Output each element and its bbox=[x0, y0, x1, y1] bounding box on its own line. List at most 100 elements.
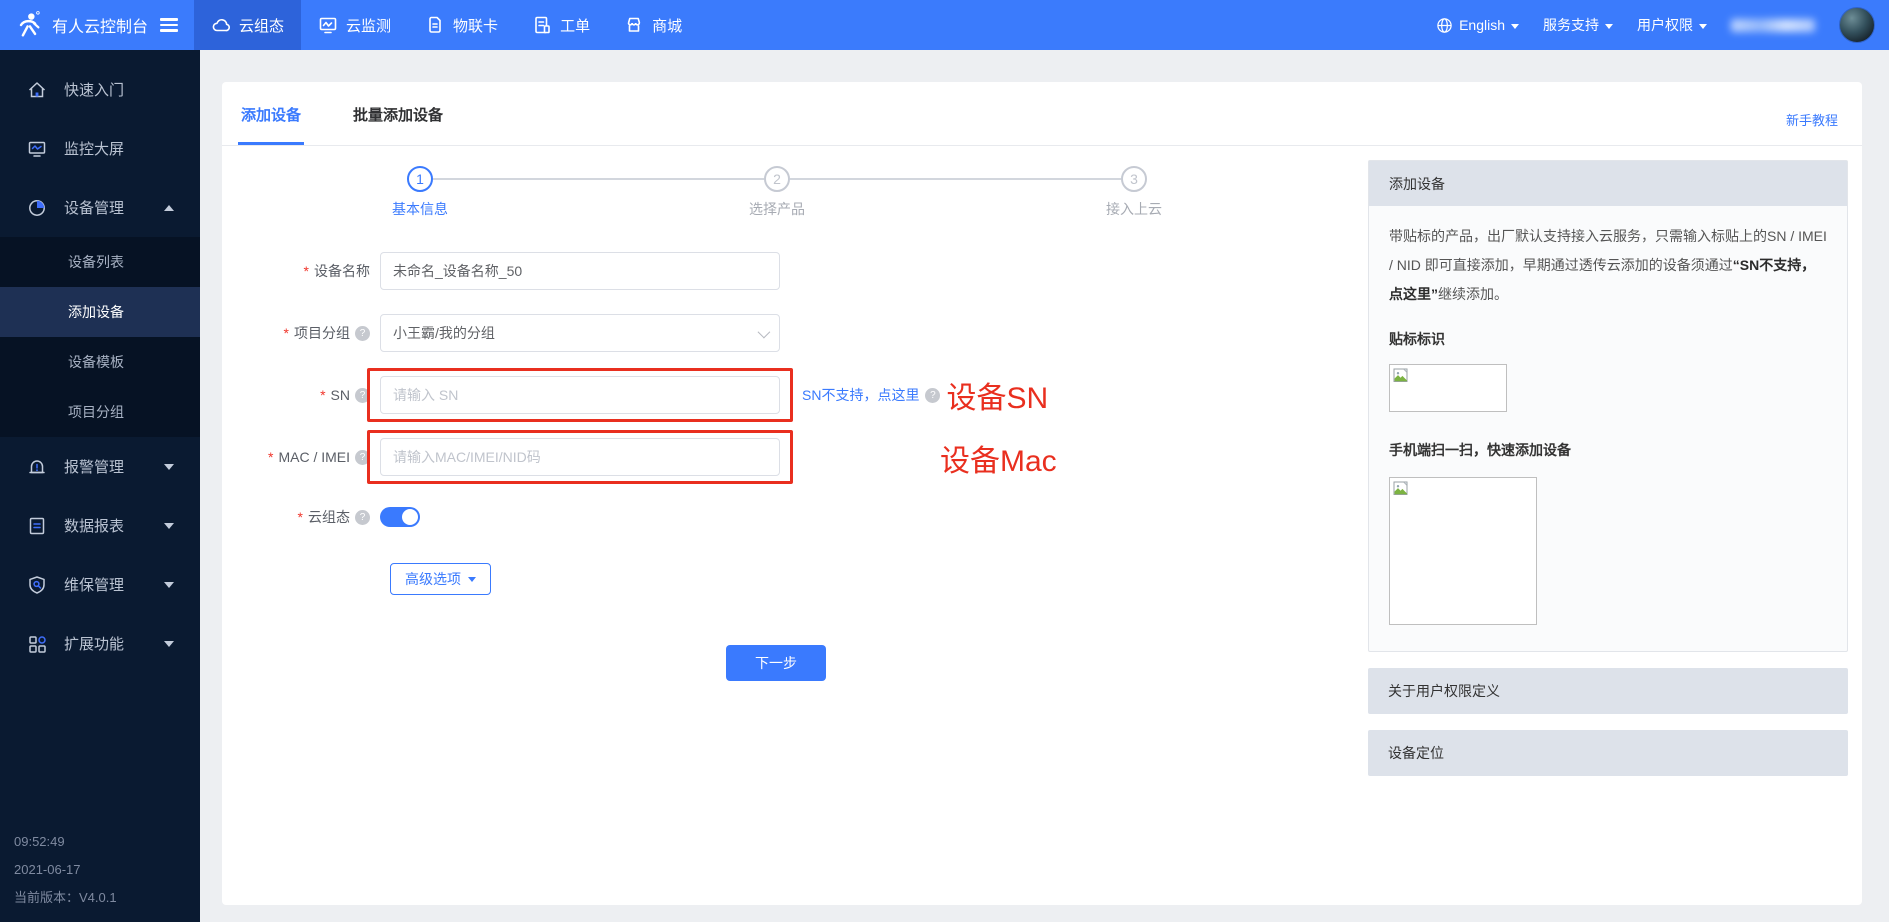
panel-user-permission-definition[interactable]: 关于用户权限定义 bbox=[1368, 668, 1848, 714]
project-group-select[interactable]: 小王霸/我的分组 bbox=[380, 314, 780, 352]
device-mgmt-submenu: 设备列表 添加设备 设备模板 项目分组 bbox=[0, 237, 200, 437]
sidebar-item-data-report[interactable]: 数据报表 bbox=[0, 496, 200, 555]
nav-tab-cloud-scada[interactable]: 云组态 bbox=[194, 0, 301, 50]
sn-label: * SN bbox=[222, 387, 380, 403]
step-connector bbox=[790, 178, 1121, 180]
help-panel-title: 添加设备 bbox=[1389, 174, 1445, 194]
tutorial-link[interactable]: 新手教程 bbox=[1786, 110, 1838, 129]
nav-tab-label: 工单 bbox=[560, 15, 590, 36]
help-question-icon[interactable] bbox=[355, 510, 370, 525]
menu-toggle-icon[interactable] bbox=[160, 18, 178, 32]
device-pie-icon bbox=[26, 197, 48, 219]
extension-icon bbox=[26, 633, 48, 655]
chevron-down-icon bbox=[1511, 24, 1519, 29]
sim-card-icon bbox=[425, 15, 445, 35]
required-mark: * bbox=[284, 325, 289, 341]
panel-title: 关于用户权限定义 bbox=[1388, 681, 1500, 701]
nav-tab-label: 云组态 bbox=[239, 15, 284, 36]
sidebar-item-maintenance-mgmt[interactable]: 维保管理 bbox=[0, 555, 200, 614]
required-mark: * bbox=[298, 509, 303, 525]
chevron-up-icon bbox=[164, 205, 174, 211]
mac-imei-label: * MAC / IMEI bbox=[222, 449, 380, 465]
support-label: 服务支持 bbox=[1543, 15, 1599, 35]
device-name-label: * 设备名称 bbox=[222, 261, 380, 281]
language-label: English bbox=[1459, 17, 1505, 33]
sidebar-item-label: 报警管理 bbox=[64, 456, 124, 477]
chevron-down-icon bbox=[164, 582, 174, 588]
sidebar-item-label: 监控大屏 bbox=[64, 138, 124, 159]
sidebar-item-extensions[interactable]: 扩展功能 bbox=[0, 614, 200, 673]
tab-add-device[interactable]: 添加设备 bbox=[238, 104, 304, 145]
content-card: 添加设备 批量添加设备 新手教程 1 基本信息 2 选择产品 bbox=[222, 82, 1862, 905]
top-navbar: 有人云控制台 云组态 云监测 bbox=[0, 0, 1889, 50]
chevron-down-icon bbox=[1699, 24, 1707, 29]
step-label: 基本信息 bbox=[392, 199, 448, 219]
sidebar-item-device-template[interactable]: 设备模板 bbox=[0, 337, 200, 387]
sn-annotation-text: 设备SN bbox=[946, 373, 1048, 417]
tab-batch-add-device[interactable]: 批量添加设备 bbox=[350, 104, 446, 145]
sidebar-item-project-group[interactable]: 项目分组 bbox=[0, 387, 200, 437]
chevron-down-icon bbox=[164, 464, 174, 470]
work-order-icon bbox=[532, 15, 552, 35]
step-connector bbox=[433, 178, 764, 180]
row-project-group: * 项目分组 小王霸/我的分组 bbox=[222, 314, 1368, 352]
nav-tab-store[interactable]: 商城 bbox=[607, 0, 699, 50]
scan-title: 手机端扫一扫，快速添加设备 bbox=[1389, 436, 1827, 465]
sidebar-item-add-device[interactable]: 添加设备 bbox=[0, 287, 200, 337]
stepper: 1 基本信息 2 选择产品 3 接入上云 bbox=[407, 166, 1147, 192]
required-mark: * bbox=[304, 263, 309, 279]
language-selector[interactable]: English bbox=[1436, 17, 1519, 34]
add-device-form: 1 基本信息 2 选择产品 3 接入上云 bbox=[222, 146, 1368, 905]
advanced-options-button[interactable]: 高级选项 bbox=[390, 563, 491, 595]
help-question-icon[interactable] bbox=[355, 326, 370, 341]
sidebar-item-label: 维保管理 bbox=[64, 574, 124, 595]
help-question-icon[interactable] bbox=[925, 388, 940, 403]
avatar[interactable] bbox=[1839, 7, 1875, 43]
sidebar-item-device-mgmt[interactable]: 设备管理 bbox=[0, 178, 200, 237]
panel-device-location[interactable]: 设备定位 bbox=[1368, 730, 1848, 776]
clock-date: 2021-06-17 bbox=[14, 856, 117, 884]
sn-input[interactable] bbox=[380, 376, 780, 414]
sidebar-subitem-label: 项目分组 bbox=[68, 404, 124, 420]
sidebar-footer: 09:52:49 2021-06-17 当前版本：V4.0.1 bbox=[14, 828, 117, 912]
cloud-scada-toggle[interactable] bbox=[380, 507, 420, 527]
sidebar-item-device-list[interactable]: 设备列表 bbox=[0, 237, 200, 287]
nav-tab-cloud-monitor[interactable]: 云监测 bbox=[301, 0, 408, 50]
chevron-down-icon bbox=[1605, 24, 1613, 29]
chevron-down-icon bbox=[468, 577, 476, 582]
row-mac-imei: * MAC / IMEI 设备Mac bbox=[222, 430, 1368, 484]
sidebar-item-label: 扩展功能 bbox=[64, 633, 124, 654]
tab-label: 批量添加设备 bbox=[353, 107, 443, 124]
sidebar-item-alarm-mgmt[interactable]: 报警管理 bbox=[0, 437, 200, 496]
step-label: 选择产品 bbox=[749, 199, 805, 219]
help-panel-header[interactable]: 添加设备 bbox=[1369, 161, 1847, 206]
broken-image-icon bbox=[1393, 481, 1409, 497]
nav-tab-work-order[interactable]: 工单 bbox=[515, 0, 607, 50]
sn-not-supported-link[interactable]: SN不支持，点这里 bbox=[802, 385, 919, 405]
row-sn: * SN SN不支持，点这里 设备SN bbox=[222, 368, 1368, 422]
step-basic-info: 1 基本信息 bbox=[407, 166, 433, 192]
sidebar-subitem-label: 设备模板 bbox=[68, 354, 124, 370]
cloud-icon bbox=[211, 15, 231, 35]
mac-imei-input[interactable] bbox=[380, 438, 780, 476]
permission-label: 用户权限 bbox=[1637, 15, 1693, 35]
nav-tab-label: 云监测 bbox=[346, 15, 391, 36]
sidebar-item-quick-start[interactable]: 快速入门 bbox=[0, 60, 200, 119]
support-menu[interactable]: 服务支持 bbox=[1543, 15, 1613, 35]
shield-icon bbox=[26, 574, 48, 596]
brand[interactable]: 有人云控制台 bbox=[0, 10, 194, 40]
help-panel-body: 带贴标的产品，出厂默认支持接入云服务，只需输入标贴上的SN / IMEI / N… bbox=[1369, 206, 1847, 651]
select-value: 小王霸/我的分组 bbox=[393, 323, 495, 343]
nav-tab-iot-card[interactable]: 物联卡 bbox=[408, 0, 515, 50]
topbar-right: English 服务支持 用户权限 bbox=[1436, 7, 1889, 43]
qrcode-image-placeholder bbox=[1389, 477, 1537, 625]
username-masked bbox=[1731, 19, 1815, 32]
project-group-label: * 项目分组 bbox=[222, 323, 380, 343]
sidebar-item-big-screen[interactable]: 监控大屏 bbox=[0, 119, 200, 178]
permission-menu[interactable]: 用户权限 bbox=[1637, 15, 1707, 35]
report-icon bbox=[26, 515, 48, 537]
sidebar-subitem-label: 添加设备 bbox=[68, 304, 124, 320]
device-name-input[interactable] bbox=[380, 252, 780, 290]
add-device-help-panel: 添加设备 带贴标的产品，出厂默认支持接入云服务，只需输入标贴上的SN / IME… bbox=[1368, 160, 1848, 652]
next-step-button[interactable]: 下一步 bbox=[726, 645, 826, 681]
